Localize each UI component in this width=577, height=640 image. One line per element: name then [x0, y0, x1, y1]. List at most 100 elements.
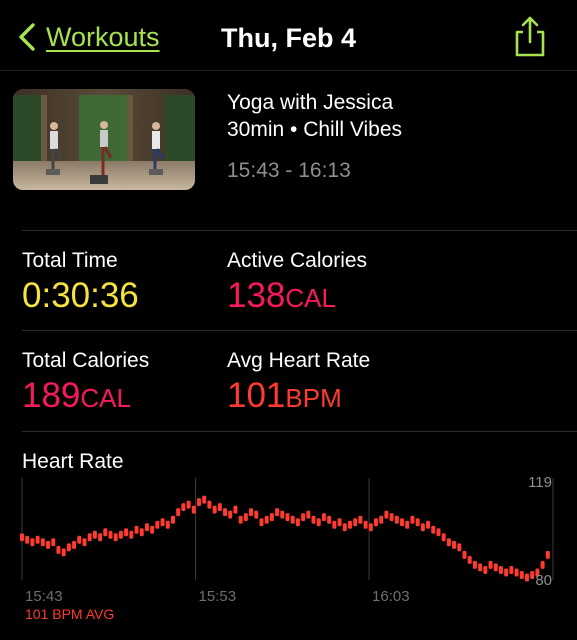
heart-rate-point	[327, 515, 332, 524]
heart-rate-point	[113, 533, 118, 542]
heart-rate-point	[524, 573, 529, 582]
heart-rate-point	[290, 515, 295, 524]
heart-rate-point	[488, 560, 493, 569]
x-tick-label: 15:43	[25, 588, 63, 605]
heart-rate-point	[415, 518, 420, 527]
heart-rate-point	[457, 543, 462, 552]
heart-rate-point	[40, 538, 45, 547]
heart-rate-point	[217, 503, 222, 512]
heart-rate-point	[160, 518, 165, 527]
workout-detail-screen: Workouts Thu, Feb 4 Yoga with Jessica 30…	[0, 0, 577, 640]
heart-rate-point	[233, 505, 238, 514]
heart-rate-point	[374, 518, 378, 527]
divider	[22, 330, 577, 331]
heart-rate-point	[202, 495, 207, 504]
heart-rate-point	[493, 563, 498, 572]
avg-heart-rate-value: 101BPM	[227, 376, 342, 418]
heart-rate-point	[462, 550, 467, 559]
heart-rate-point	[134, 525, 139, 534]
heart-rate-point	[269, 513, 274, 522]
heart-rate-point	[446, 538, 451, 547]
total-calories-number: 189	[22, 376, 81, 415]
heart-rate-point	[150, 525, 155, 534]
heart-rate-point	[353, 518, 358, 527]
heart-rate-point	[280, 510, 285, 519]
heart-rate-point	[118, 530, 123, 539]
heart-rate-point	[426, 520, 431, 529]
heart-rate-point	[405, 520, 410, 529]
heart-rate-point	[431, 525, 436, 534]
heart-rate-point	[275, 508, 280, 517]
heart-rate-point	[472, 560, 477, 569]
y-tick-label: 80	[535, 572, 552, 589]
workout-time-range: 15:43 - 16:13	[227, 159, 351, 182]
heart-rate-point	[394, 515, 399, 524]
divider	[22, 431, 577, 432]
heart-rate-point	[514, 568, 519, 577]
heart-rate-point	[30, 538, 35, 547]
heart-rate-point	[243, 513, 248, 522]
heart-rate-point	[498, 565, 503, 574]
heart-rate-point	[103, 528, 108, 537]
active-calories-label: Active Calories	[227, 249, 368, 272]
heart-rate-point	[519, 570, 524, 579]
heart-rate-point	[98, 533, 103, 542]
avg-heart-rate-label: Avg Heart Rate	[227, 349, 371, 372]
heart-rate-point	[170, 515, 175, 524]
heart-rate-point	[35, 535, 40, 544]
heart-rate-point	[347, 520, 352, 529]
heart-rate-point	[82, 538, 87, 547]
heart-rate-point	[139, 528, 144, 537]
workout-thumbnail[interactable]	[13, 89, 195, 190]
y-tick-label: 119	[528, 474, 552, 491]
heart-rate-point	[46, 540, 51, 549]
heart-rate-point	[379, 515, 384, 524]
heart-rate-point	[540, 560, 545, 569]
heart-rate-point	[20, 533, 24, 542]
heart-rate-point	[197, 498, 201, 507]
heart-rate-point	[72, 540, 77, 549]
total-calories-label: Total Calories	[22, 349, 150, 372]
heart-rate-point	[337, 518, 342, 527]
heart-rate-point	[530, 570, 535, 579]
heart-rate-point	[92, 530, 97, 539]
heart-rate-point	[25, 535, 30, 544]
total-calories-unit: CAL	[80, 383, 131, 413]
heart-rate-point	[509, 565, 514, 574]
share-icon[interactable]	[510, 14, 550, 58]
heart-rate-point	[285, 513, 290, 522]
heart-rate-point	[321, 513, 326, 522]
heart-rate-point	[249, 508, 254, 517]
heart-rate-point	[61, 548, 66, 557]
workout-subtitle: 30min • Chill Vibes	[227, 118, 403, 141]
heart-rate-point	[223, 508, 228, 517]
heart-rate-point	[264, 515, 269, 524]
heart-rate-point	[389, 513, 394, 522]
active-calories-value: 138CAL	[227, 276, 336, 318]
heart-rate-point	[504, 568, 509, 577]
heart-rate-point	[254, 510, 259, 519]
heart-rate-point	[144, 523, 149, 532]
heart-rate-point	[51, 538, 56, 547]
active-calories-number: 138	[227, 276, 286, 315]
heart-rate-point	[191, 505, 196, 514]
heart-rate-point	[363, 520, 368, 529]
heart-rate-point	[368, 523, 373, 532]
heart-rate-chart[interactable]: 15:43 15:53 16:03 119 80 101 BPM AVG	[0, 470, 577, 640]
avg-heart-rate-unit: BPM	[285, 383, 342, 413]
heart-rate-point	[420, 523, 425, 532]
heart-rate-point	[124, 528, 129, 537]
heart-rate-point	[441, 533, 446, 542]
heart-rate-point	[316, 518, 321, 527]
heart-rate-point	[295, 518, 300, 527]
avg-heart-rate-number: 101	[227, 376, 286, 415]
heart-rate-point	[301, 513, 306, 522]
heart-rate-point	[436, 528, 441, 537]
heart-rate-point	[358, 515, 363, 524]
total-time-label: Total Time	[22, 249, 118, 272]
heart-rate-point	[77, 535, 82, 544]
heart-rate-point	[56, 545, 61, 554]
heart-rate-point	[186, 500, 191, 509]
heart-rate-point	[478, 563, 483, 572]
heart-rate-point	[212, 505, 217, 514]
